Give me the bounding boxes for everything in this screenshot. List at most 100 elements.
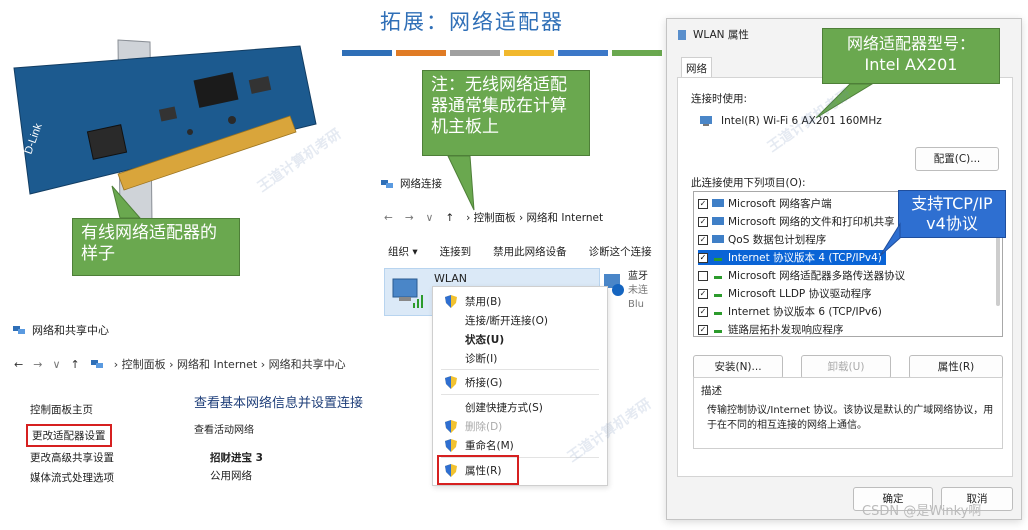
menu-item-create-shortcut[interactable]: 创建快捷方式(S)	[465, 400, 543, 415]
share-icon	[712, 217, 724, 225]
menu-separator	[441, 369, 599, 370]
list-item-selected[interactable]: ✓ Internet 协议版本 4 (TCP/IPv4)	[698, 250, 886, 265]
menu-item-status[interactable]: 状态(U)	[465, 332, 504, 347]
wlan-context-menu: 禁用(B) 连接/断开连接(O) 状态(U) 诊断(I) 桥接(G) 创建快捷方…	[432, 286, 608, 486]
bluetooth-status: 未连	[628, 285, 648, 296]
shield-icon	[445, 420, 457, 433]
bluetooth-adapter-tile[interactable]: 蓝牙 未连 Blu	[604, 270, 648, 312]
callout-tcp-support: 支持TCP/IP v4协议	[898, 190, 1006, 238]
connect-to-button[interactable]: 连接到	[440, 244, 472, 259]
protocol-icon	[714, 312, 722, 315]
disable-device-button[interactable]: 禁用此网络设备	[493, 244, 567, 259]
chevron-down-icon[interactable]: ∨	[52, 358, 60, 371]
up-arrow-icon[interactable]: ↑	[445, 212, 454, 224]
list-item[interactable]: ✓ Microsoft 网络客户端	[698, 196, 832, 211]
menu-item-delete[interactable]: 删除(D)	[465, 419, 502, 434]
forward-arrow-icon[interactable]: →	[405, 212, 414, 224]
network-type: 公用网络	[210, 470, 252, 482]
nsc-title: 网络和共享中心	[32, 324, 109, 337]
csdn-credit: CSDN @是Winky啊	[862, 504, 982, 519]
color-bar-segment	[396, 50, 446, 56]
up-arrow-icon[interactable]: ↑	[71, 358, 80, 371]
protocol-icon	[714, 258, 722, 261]
breadcrumb[interactable]: › 控制面板 › 网络和 Internet	[466, 210, 603, 225]
back-arrow-icon[interactable]: ←	[384, 212, 393, 224]
color-bar-segment	[612, 50, 662, 56]
uninstall-button[interactable]: 卸载(U)	[801, 355, 891, 379]
sidebar-item-advanced-sharing[interactable]: 更改高级共享设置	[30, 450, 114, 465]
wlan-properties-dialog: WLAN 属性 网络 连接时使用: Intel(R) Wi-Fi 6 AX201…	[666, 18, 1022, 520]
properties-button[interactable]: 属性(R)	[909, 355, 1003, 379]
nsc-titlebar: 网络和共享中心	[12, 322, 109, 338]
adapter-icon	[700, 116, 712, 126]
menu-item-rename[interactable]: 重命名(M)	[465, 438, 514, 453]
qos-icon	[712, 235, 724, 243]
install-button[interactable]: 安装(N)...	[693, 355, 783, 379]
back-arrow-icon[interactable]: ←	[14, 358, 23, 371]
checkbox[interactable]: ✓	[698, 252, 708, 263]
sidebar-item-media-streaming[interactable]: 媒体流式处理选项	[30, 470, 114, 485]
shield-icon	[445, 464, 457, 477]
nc-address-bar: ← → ∨ ↑ › 控制面板 › 网络和 Internet	[384, 210, 603, 225]
wireless-adapter-icon	[392, 278, 423, 308]
menu-separator	[441, 394, 599, 395]
network-sharing-center-window: 网络和共享中心 ← → ∨ ↑ › 控制面板 › 网络和 Internet › …	[8, 318, 370, 530]
sidebar-item-change-adapter[interactable]: 更改适配器设置	[26, 424, 112, 447]
list-item[interactable]: ✓ Microsoft LLDP 协议驱动程序	[698, 286, 872, 301]
network-icon	[13, 326, 25, 334]
configure-button[interactable]: 配置(C)...	[915, 147, 999, 171]
network-icon	[381, 179, 393, 188]
menu-item-bridge[interactable]: 桥接(G)	[465, 375, 502, 390]
color-bar-segment	[558, 50, 608, 56]
organize-menu[interactable]: 组织 ▾	[388, 244, 418, 259]
color-bar-segment	[504, 50, 554, 56]
menu-item-disable[interactable]: 禁用(B)	[465, 294, 501, 309]
checkbox[interactable]	[698, 270, 708, 281]
checkbox[interactable]: ✓	[698, 234, 708, 245]
shield-icon	[445, 376, 457, 389]
list-item[interactable]: ✓ Microsoft 网络的文件和打印机共享	[698, 214, 895, 229]
callout-wireless-note: 注：无线网络适配器通常集成在计算机主板上	[422, 70, 590, 156]
adapter-name: Intel(R) Wi-Fi 6 AX201 160MHz	[721, 115, 882, 127]
shield-icon	[445, 439, 457, 452]
list-item[interactable]: ✓ Internet 协议版本 6 (TCP/IPv6)	[698, 304, 882, 319]
checkbox[interactable]: ✓	[698, 216, 708, 227]
checkbox[interactable]: ✓	[698, 288, 708, 299]
items-label: 此连接使用下列项目(O):	[691, 177, 806, 189]
diagnose-button[interactable]: 诊断这个连接	[589, 244, 652, 259]
menu-item-properties[interactable]: 属性(R)	[465, 463, 502, 478]
callout-adapter-model: 网络适配器型号：Intel AX201	[822, 28, 1000, 84]
slide-title: 拓展：网络适配器	[380, 10, 564, 34]
nc-titlebar: 网络连接	[380, 176, 442, 191]
network-icon	[90, 360, 103, 368]
callout-wired-adapter: 有线网络适配器的样子	[72, 218, 240, 276]
checkbox[interactable]: ✓	[698, 324, 708, 335]
active-networks-label: 查看活动网络	[194, 425, 254, 436]
tab-network[interactable]: 网络	[681, 57, 712, 79]
checkbox[interactable]: ✓	[698, 198, 708, 209]
menu-item-diagnose[interactable]: 诊断(I)	[465, 351, 497, 366]
menu-item-connect-disconnect[interactable]: 连接/断开连接(O)	[465, 313, 548, 328]
network-name: 招财进宝 3	[210, 452, 263, 464]
wlan-label: WLAN	[434, 272, 468, 285]
color-bar-segment	[342, 50, 392, 56]
protocol-icon	[714, 330, 722, 333]
adapter-row: Intel(R) Wi-Fi 6 AX201 160MHz	[699, 115, 882, 127]
bluetooth-device: Blu	[628, 299, 644, 310]
nc-toolbar: 组织 ▾ 连接到 禁用此网络设备 诊断这个连接	[388, 244, 652, 259]
wlan-icon	[678, 29, 686, 40]
description-label: 描述	[701, 385, 722, 397]
bluetooth-name: 蓝牙	[628, 271, 648, 282]
protocol-icon	[714, 276, 722, 279]
sidebar-item-home[interactable]: 控制面板主页	[30, 402, 93, 417]
forward-arrow-icon[interactable]: →	[33, 358, 42, 371]
breadcrumb[interactable]: › 控制面板 › 网络和 Internet › 网络和共享中心	[114, 356, 346, 372]
list-item[interactable]: Microsoft 网络适配器多路传送器协议	[698, 268, 905, 283]
list-item[interactable]: ✓ 链路层拓扑发现响应程序	[698, 322, 844, 336]
chevron-down-icon[interactable]: ∨	[426, 212, 434, 224]
client-icon	[712, 199, 724, 207]
checkbox[interactable]: ✓	[698, 306, 708, 317]
color-bar-segment	[450, 50, 500, 56]
shield-icon	[445, 295, 457, 308]
list-item[interactable]: ✓ QoS 数据包计划程序	[698, 232, 826, 247]
